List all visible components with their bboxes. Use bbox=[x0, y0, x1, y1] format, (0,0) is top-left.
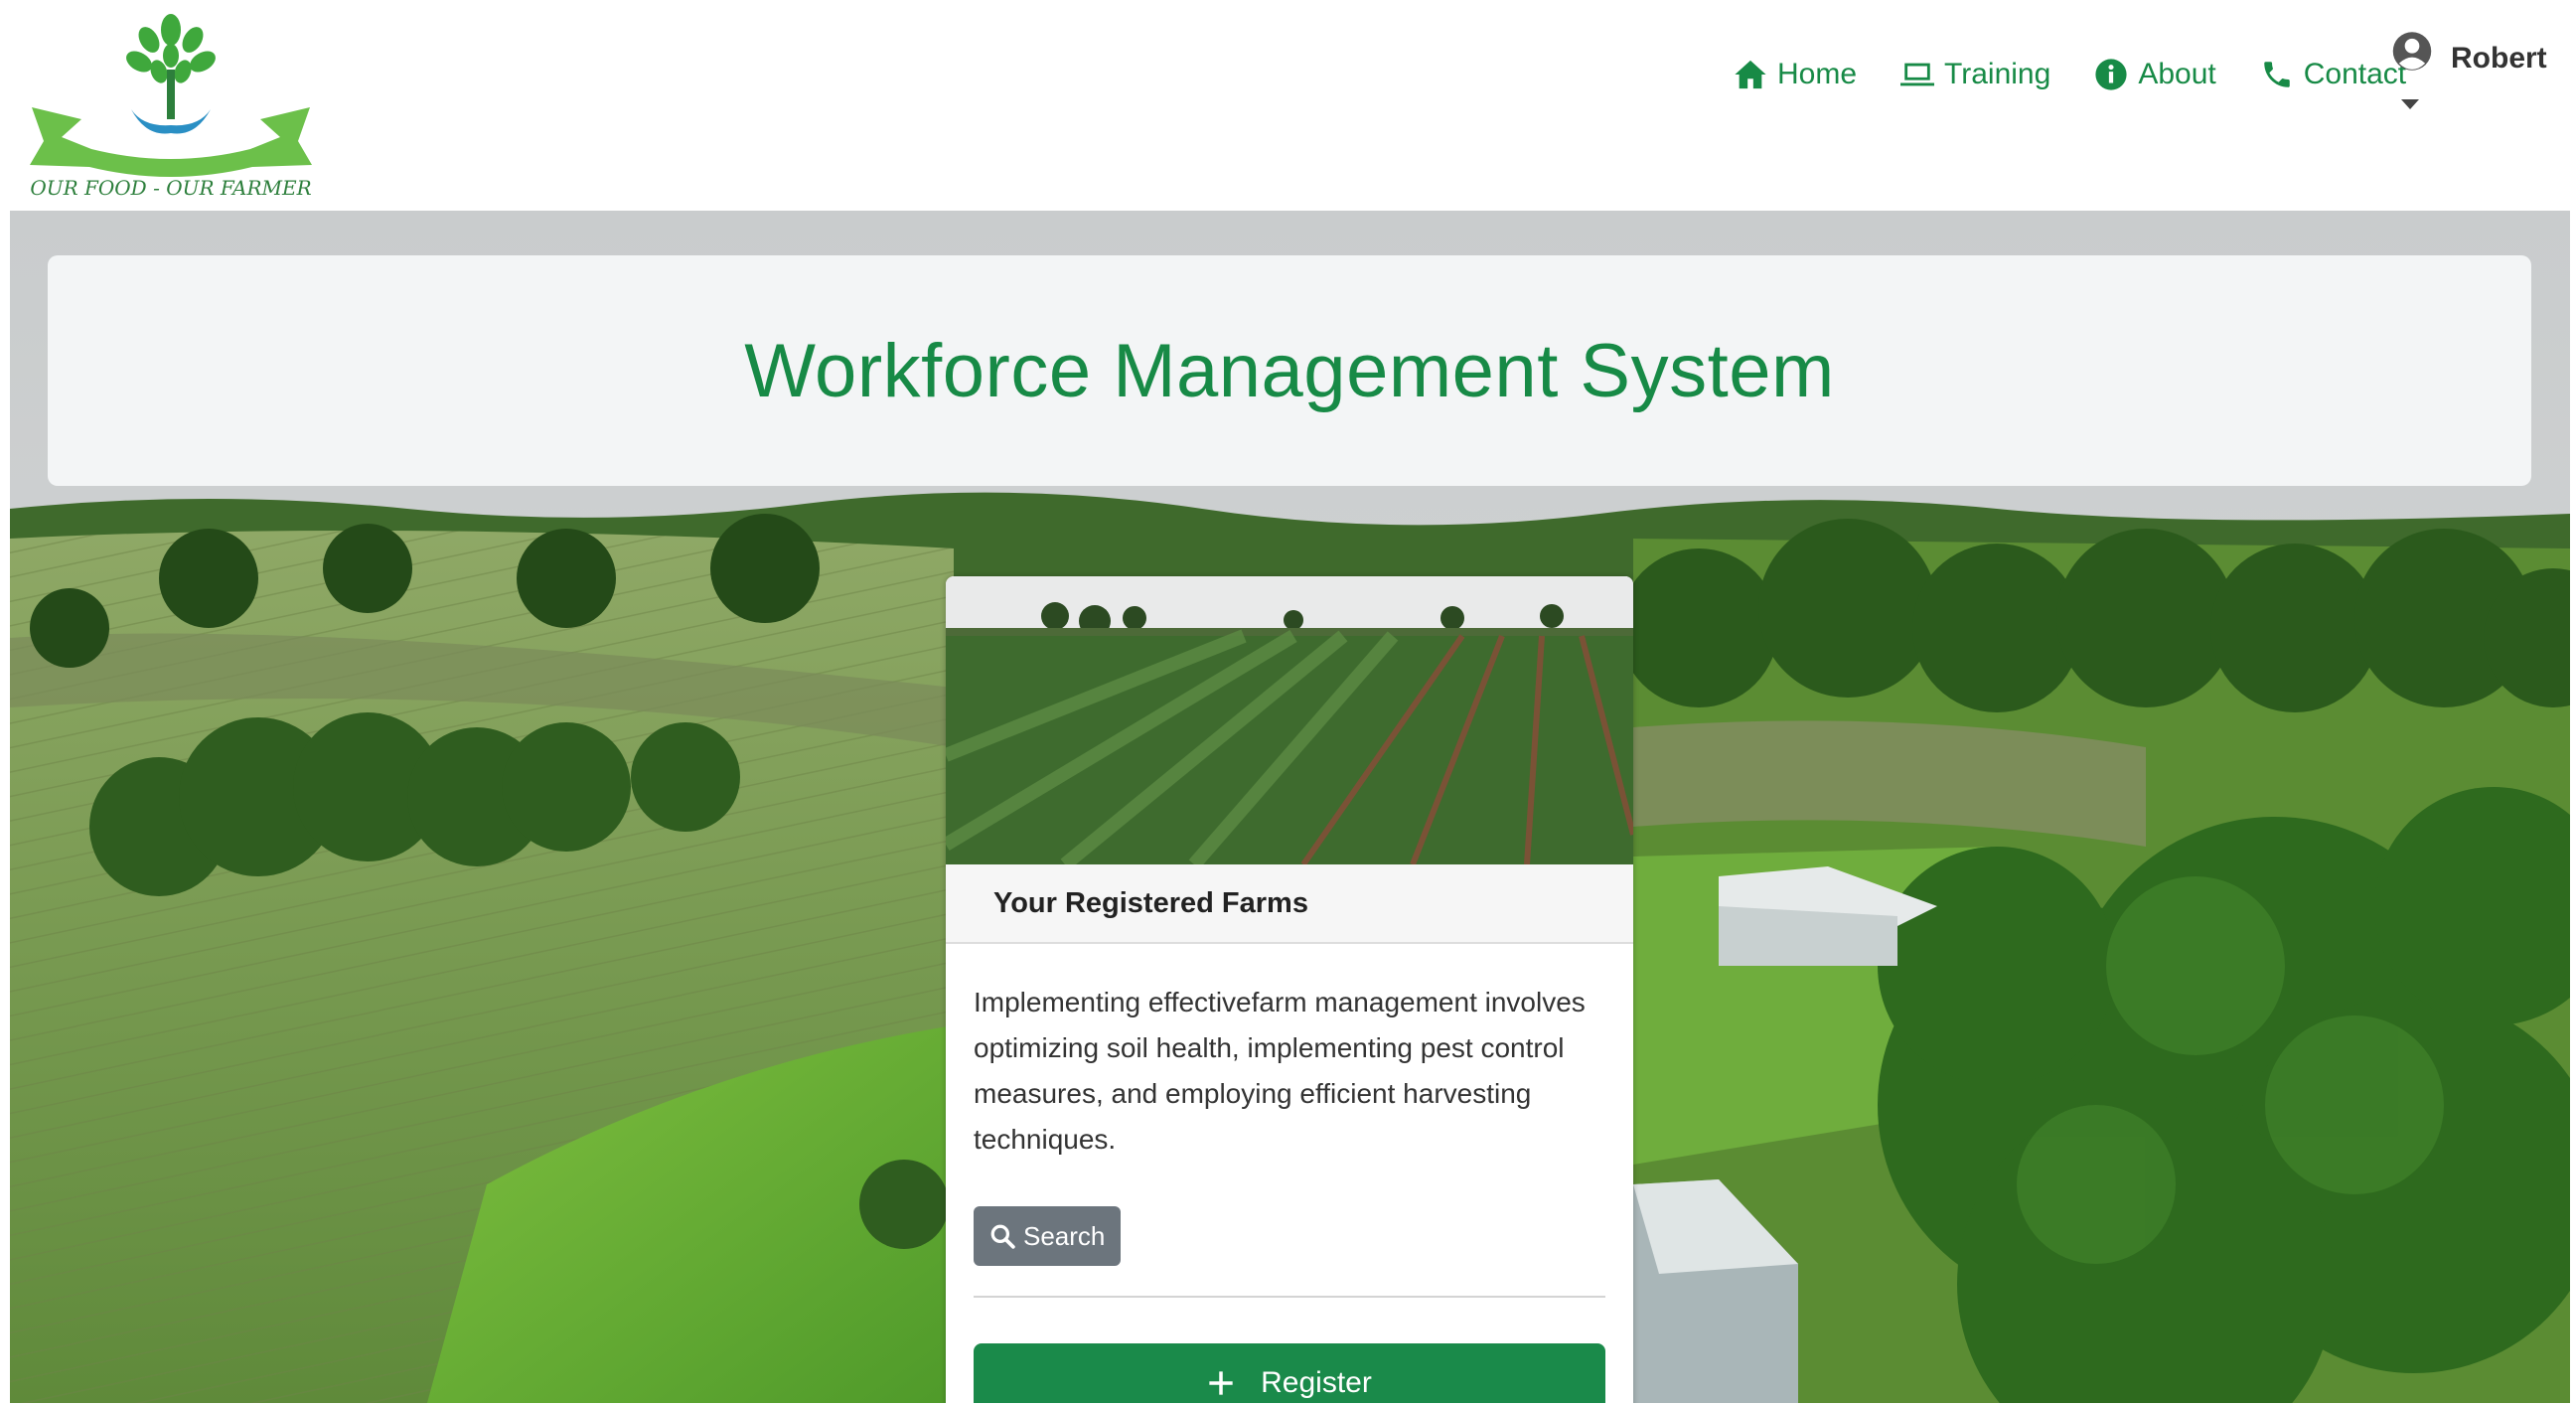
laptop-icon bbox=[1900, 63, 1935, 86]
header: ANNADATA OUR FOOD - OUR FARMER Home Trai… bbox=[0, 0, 2576, 211]
register-button[interactable]: Register bbox=[974, 1343, 1605, 1403]
nav-about[interactable]: About bbox=[2094, 58, 2216, 91]
crop-field-image bbox=[946, 576, 1633, 864]
card-divider bbox=[974, 1296, 1605, 1298]
search-button[interactable]: Search bbox=[974, 1206, 1122, 1266]
info-icon bbox=[2095, 59, 2127, 90]
annadata-logo[interactable]: ANNADATA OUR FOOD - OUR FARMER bbox=[22, 10, 320, 201]
card-body: Implementing effectivefarm management in… bbox=[946, 944, 1633, 1403]
hero-section: Workforce Management System Your Registe… bbox=[10, 211, 2570, 1403]
nav-training[interactable]: Training bbox=[1900, 58, 2050, 91]
user-name: Robert bbox=[2451, 42, 2547, 75]
search-button-label: Search bbox=[1023, 1220, 1106, 1251]
nav-about-label: About bbox=[2138, 58, 2216, 90]
logo-tagline: OUR FOOD - OUR FARMER bbox=[30, 176, 311, 200]
plus-icon bbox=[1209, 1371, 1233, 1395]
search-icon bbox=[990, 1224, 1015, 1249]
main-nav: Home Training About Contact bbox=[1734, 58, 2406, 91]
registered-farms-card: Your Registered Farms Implementing effec… bbox=[946, 576, 1633, 1403]
caret-down-icon[interactable] bbox=[2401, 99, 2419, 109]
card-description: Implementing effectivefarm management in… bbox=[974, 987, 1586, 1155]
title-panel: Workforce Management System bbox=[48, 255, 2531, 486]
nav-training-label: Training bbox=[1944, 58, 2051, 90]
nav-contact[interactable]: Contact bbox=[2260, 58, 2406, 91]
register-button-label: Register bbox=[1261, 1366, 1372, 1399]
page-title: Workforce Management System bbox=[744, 328, 1835, 413]
phone-icon bbox=[2263, 62, 2290, 87]
home-icon bbox=[1735, 60, 1766, 89]
logo-text: ANNADATA bbox=[116, 138, 226, 159]
nav-home[interactable]: Home bbox=[1734, 58, 1857, 91]
nav-home-label: Home bbox=[1777, 58, 1858, 90]
card-header: Your Registered Farms bbox=[946, 864, 1633, 944]
user-circle-icon bbox=[2392, 32, 2432, 71]
user-menu[interactable]: Robert bbox=[2391, 30, 2560, 119]
